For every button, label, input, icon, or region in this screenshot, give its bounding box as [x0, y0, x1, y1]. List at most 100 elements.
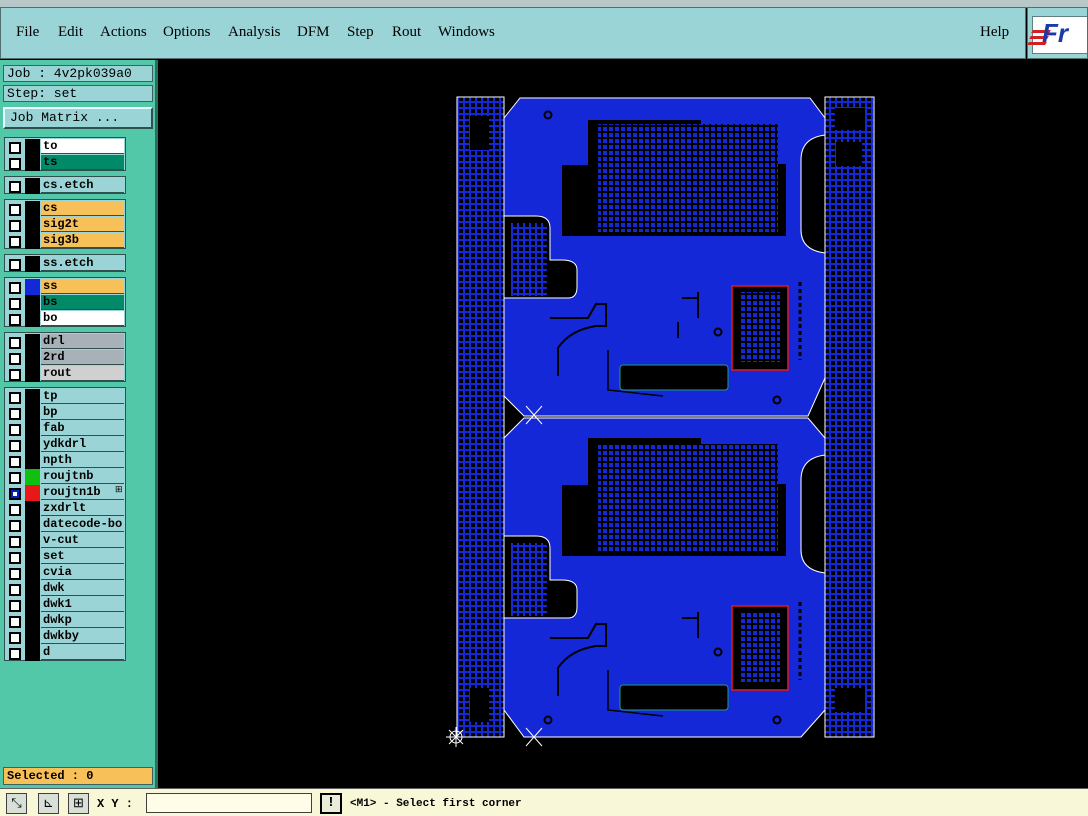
layer-checkbox[interactable]	[9, 369, 21, 381]
layer-checkbox[interactable]	[9, 142, 21, 154]
zoom-box-icon[interactable]: ⤡	[6, 793, 27, 814]
layer-name[interactable]: roujtn1b	[41, 485, 124, 500]
job-matrix-button[interactable]: Job Matrix ...	[3, 107, 153, 129]
layer-color-swatch[interactable]	[25, 311, 40, 327]
layer-row[interactable]: tp	[5, 389, 125, 405]
layer-checkbox[interactable]	[9, 488, 21, 500]
layer-color-swatch[interactable]	[25, 366, 40, 382]
layer-color-swatch[interactable]	[25, 437, 40, 453]
menu-edit[interactable]: Edit	[58, 24, 83, 41]
layer-checkbox[interactable]	[9, 204, 21, 216]
layer-color-swatch[interactable]	[25, 517, 40, 533]
layer-name[interactable]: dwk	[41, 581, 124, 596]
layer-color-swatch[interactable]	[25, 453, 40, 469]
layer-color-swatch[interactable]	[25, 613, 40, 629]
layer-name[interactable]: roujtnb	[41, 469, 124, 484]
layer-color-swatch[interactable]	[25, 533, 40, 549]
layer-checkbox[interactable]	[9, 568, 21, 580]
layer-color-swatch[interactable]	[25, 549, 40, 565]
layer-name[interactable]: bp	[41, 405, 124, 420]
menu-windows[interactable]: Windows	[438, 24, 495, 41]
layer-color-swatch[interactable]	[25, 350, 40, 366]
xy-input[interactable]	[146, 793, 312, 813]
layer-checkbox[interactable]	[9, 353, 21, 365]
layer-row[interactable]: dwk1	[5, 597, 125, 613]
layer-row[interactable]: 2rd	[5, 350, 125, 366]
layer-checkbox[interactable]	[9, 552, 21, 564]
layer-name[interactable]: sig3b	[41, 233, 124, 248]
layer-row[interactable]: drl	[5, 334, 125, 350]
layer-checkbox[interactable]	[9, 520, 21, 532]
menu-actions[interactable]: Actions	[100, 24, 147, 41]
layer-row[interactable]: cs	[5, 201, 125, 217]
layer-checkbox[interactable]	[9, 337, 21, 349]
layer-checkbox[interactable]	[9, 536, 21, 548]
layer-color-swatch[interactable]	[25, 405, 40, 421]
layer-color-swatch[interactable]	[25, 279, 40, 295]
layer-row[interactable]: dwkby	[5, 629, 125, 645]
layer-color-swatch[interactable]	[25, 629, 40, 645]
layer-color-swatch[interactable]	[25, 597, 40, 613]
layer-color-swatch[interactable]	[25, 501, 40, 517]
layer-row[interactable]: cvia	[5, 565, 125, 581]
layer-row[interactable]: roujtn1b ⊞	[5, 485, 125, 501]
menu-options[interactable]: Options	[163, 24, 211, 41]
layer-row[interactable]: zxdrlt	[5, 501, 125, 517]
layer-checkbox[interactable]	[9, 158, 21, 170]
layer-row[interactable]: set	[5, 549, 125, 565]
layer-color-swatch[interactable]	[25, 217, 40, 233]
menu-step[interactable]: Step	[347, 24, 374, 41]
layer-color-swatch[interactable]	[25, 334, 40, 350]
layer-row[interactable]: sig2t	[5, 217, 125, 233]
pcb-panel-view[interactable]	[158, 60, 1088, 788]
layer-checkbox[interactable]	[9, 314, 21, 326]
layer-checkbox[interactable]	[9, 392, 21, 404]
layer-checkbox[interactable]	[9, 504, 21, 516]
layer-name[interactable]: cs	[41, 201, 124, 216]
layer-row[interactable]: sig3b	[5, 233, 125, 249]
layer-name[interactable]: drl	[41, 334, 124, 349]
layer-row[interactable]: ydkdrl	[5, 437, 125, 453]
layer-name[interactable]: cs.etch	[41, 178, 124, 193]
menu-analysis[interactable]: Analysis	[228, 24, 281, 41]
layer-checkbox[interactable]	[9, 236, 21, 248]
layer-name[interactable]: ydkdrl	[41, 437, 124, 452]
layer-color-swatch[interactable]	[25, 256, 40, 272]
layer-row[interactable]: roujtnb	[5, 469, 125, 485]
layer-name[interactable]: ss	[41, 279, 124, 294]
layer-checkbox[interactable]	[9, 424, 21, 436]
layer-checkbox[interactable]	[9, 408, 21, 420]
layer-color-swatch[interactable]	[25, 565, 40, 581]
layer-name[interactable]: tp	[41, 389, 124, 404]
layer-row[interactable]: ss	[5, 279, 125, 295]
layer-color-swatch[interactable]	[25, 178, 40, 194]
layer-color-swatch[interactable]	[25, 155, 40, 171]
layer-row[interactable]: to	[5, 139, 125, 155]
layer-name[interactable]: set	[41, 549, 124, 564]
layer-color-swatch[interactable]	[25, 295, 40, 311]
layer-name[interactable]: bs	[41, 295, 124, 310]
layer-row[interactable]: cs.etch	[5, 178, 125, 194]
layer-checkbox[interactable]	[9, 472, 21, 484]
layer-color-swatch[interactable]	[25, 233, 40, 249]
layer-checkbox[interactable]	[9, 456, 21, 468]
layer-name[interactable]: 2rd	[41, 350, 124, 365]
layer-checkbox[interactable]	[9, 181, 21, 193]
layer-name[interactable]: to	[41, 139, 124, 154]
layer-name[interactable]: zxdrlt	[41, 501, 124, 516]
layer-name[interactable]: datecode-bo	[41, 517, 124, 532]
layer-checkbox[interactable]	[9, 584, 21, 596]
layer-row[interactable]: bs	[5, 295, 125, 311]
layer-name[interactable]: dwkp	[41, 613, 124, 628]
layer-checkbox[interactable]	[9, 616, 21, 628]
snap-grid-icon[interactable]: ⊞	[68, 793, 89, 814]
layer-name[interactable]: cvia	[41, 565, 124, 580]
menu-dfm[interactable]: DFM	[297, 24, 330, 41]
layer-name[interactable]: bo	[41, 311, 124, 326]
layer-row[interactable]: bp	[5, 405, 125, 421]
layer-row[interactable]: ss.etch	[5, 256, 125, 272]
measure-icon[interactable]: ⊾	[38, 793, 59, 814]
layer-row[interactable]: rout	[5, 366, 125, 382]
menu-help[interactable]: Help	[980, 24, 1009, 41]
layer-color-swatch[interactable]	[25, 485, 40, 501]
